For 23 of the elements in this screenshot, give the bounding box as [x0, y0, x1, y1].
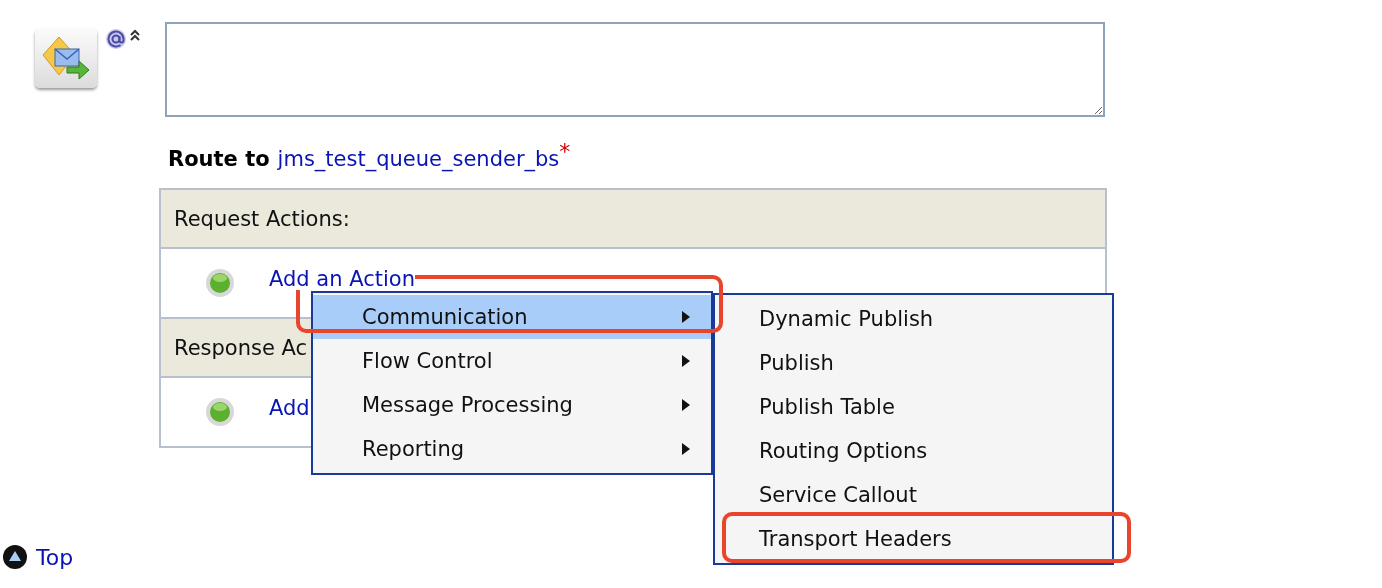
section-title: Response Ac: [174, 335, 308, 360]
menu-item[interactable]: Communication: [313, 295, 711, 339]
menu-item[interactable]: Routing Options: [715, 429, 1112, 473]
menu-item[interactable]: Reporting: [313, 427, 711, 471]
at-sign-icon[interactable]: [105, 28, 127, 50]
add-action-link[interactable]: Add an Action: [269, 268, 415, 290]
top-link[interactable]: Top: [36, 544, 74, 570]
menu-item[interactable]: Dynamic Publish: [715, 297, 1112, 341]
menu-item[interactable]: Flow Control: [313, 339, 711, 383]
route-target-link[interactable]: jms_test_queue_sender_bs: [277, 147, 560, 171]
status-dot-icon: [205, 268, 235, 298]
email-action-icon[interactable]: [35, 28, 97, 88]
route-label: Route to: [168, 147, 270, 171]
menu-item[interactable]: Publish Table: [715, 385, 1112, 429]
menu-item[interactable]: Publish: [715, 341, 1112, 385]
collapse-chevrons-icon[interactable]: [129, 28, 141, 42]
expression-text-area[interactable]: [165, 22, 1105, 117]
status-dot-icon: [205, 397, 235, 427]
menu-item[interactable]: Service Callout: [715, 473, 1112, 517]
menu-item[interactable]: Transport Headers: [715, 517, 1112, 561]
required-marker: *: [559, 145, 571, 159]
menu-item[interactable]: Message Processing: [313, 383, 711, 427]
section-title: Request Actions:: [174, 206, 350, 231]
